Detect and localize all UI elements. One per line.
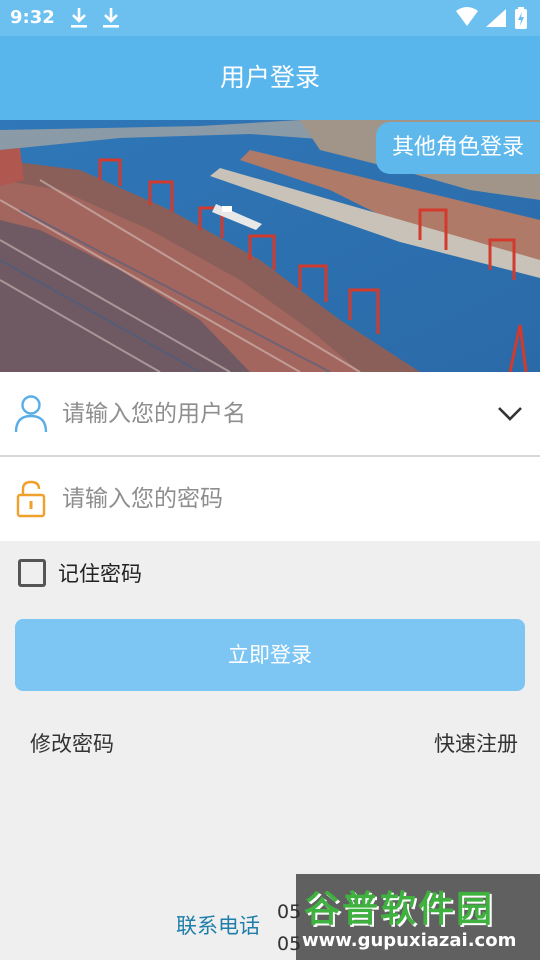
watermark-title: 谷普软件园 bbox=[304, 889, 495, 930]
username-field bbox=[0, 372, 540, 456]
download-icon bbox=[103, 8, 119, 28]
remember-password[interactable]: 记住密码 bbox=[18, 557, 142, 589]
user-icon bbox=[14, 395, 48, 433]
change-password-link[interactable]: 修改密码 bbox=[30, 728, 114, 758]
remember-label: 记住密码 bbox=[58, 562, 142, 586]
password-field bbox=[0, 457, 540, 541]
app-header: 用户登录 bbox=[0, 36, 540, 120]
quick-register-link[interactable]: 快速注册 bbox=[434, 728, 518, 758]
wifi-icon bbox=[456, 7, 478, 26]
username-input[interactable] bbox=[62, 392, 482, 436]
battery-icon bbox=[515, 7, 527, 29]
page-title: 用户登录 bbox=[219, 63, 320, 92]
download-icon bbox=[71, 8, 87, 28]
cellular-signal-icon bbox=[486, 9, 506, 27]
lock-icon bbox=[16, 480, 46, 518]
remember-checkbox[interactable] bbox=[18, 559, 46, 587]
password-input[interactable] bbox=[62, 477, 482, 521]
contact-phone-label: 联系电话 bbox=[176, 914, 260, 938]
other-role-login-button[interactable]: 其他角色登录 bbox=[375, 122, 540, 174]
status-icons bbox=[456, 7, 527, 29]
login-button[interactable]: 立即登录 bbox=[15, 619, 525, 691]
chevron-down-icon[interactable] bbox=[496, 402, 524, 426]
status-bar: 9:32 bbox=[0, 0, 540, 36]
watermark-url: www.gupuxiazai.com bbox=[302, 930, 517, 951]
status-time: 9:32 bbox=[10, 7, 55, 28]
watermark: 谷普软件园 www.gupuxiazai.com bbox=[296, 874, 540, 960]
